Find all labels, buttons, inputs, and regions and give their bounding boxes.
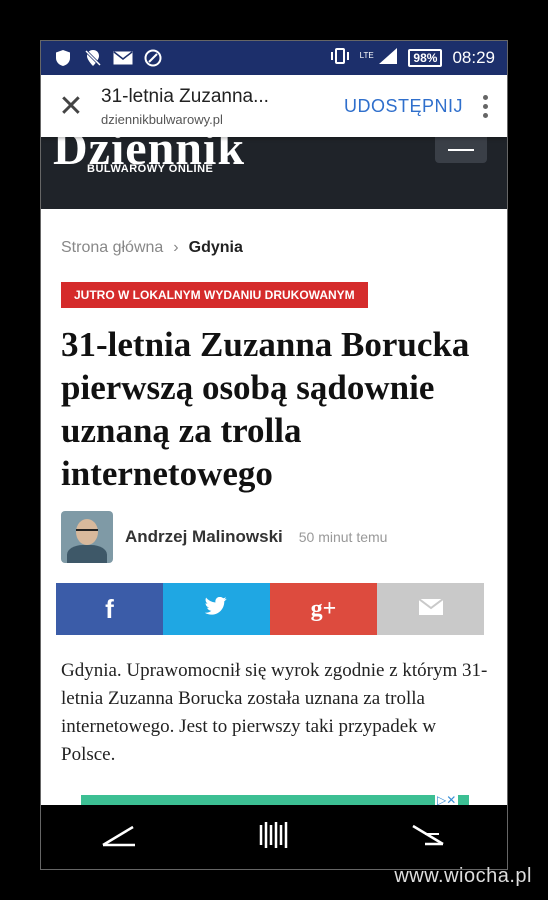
envelope-icon [417,597,444,620]
publish-time: 50 minut temu [298,529,388,545]
print-edition-badge: JUTRO W LOKALNYM WYDANIU DRUKOWANYM [61,282,368,308]
site-header: Dziennik BULWAROWY ONLINE [41,125,507,209]
phone-screen: LTE 98% 08:29 ✕ 31-letnia Zuzanna... dzi… [40,40,508,870]
custom-tab-toolbar: ✕ 31-letnia Zuzanna... dziennikbulwarowy… [41,75,507,137]
navigation-bar [41,805,507,869]
status-bar: LTE 98% 08:29 [41,41,507,75]
facebook-share-button[interactable]: f [56,583,163,635]
googleplus-icon: g+ [310,595,337,622]
share-bar: f g+ [56,583,484,635]
data-saver-icon [143,49,163,67]
breadcrumb: Strona główna › Gdynia [61,239,243,257]
page-title: 31-letnia Zuzanna... [101,85,269,107]
article-lead: Gdynia. Uprawomocnił się wyrok zgodnie z… [61,660,488,765]
twitter-icon [204,596,229,622]
mail-icon [113,49,133,67]
location-off-icon [83,49,103,67]
breadcrumb-current[interactable]: Gdynia [189,239,243,257]
back-icon[interactable] [101,823,137,852]
more-menu-icon[interactable] [463,94,507,118]
article-headline: 31-letnia Zuzanna Borucka pierwszą osobą… [61,325,470,493]
googleplus-share-button[interactable]: g+ [270,583,377,635]
facebook-icon: f [105,593,114,624]
twitter-share-button[interactable] [163,583,270,635]
page-url: dziennikbulwarowy.pl [101,111,223,127]
menu-icon[interactable] [435,137,487,163]
battery-level: 98% [408,49,443,67]
watermark: www.wiocha.pl [394,865,532,887]
author-name[interactable]: Andrzej Malinowski [125,527,283,547]
status-time: 08:29 [452,48,495,67]
home-icon[interactable] [258,820,290,855]
network-type: LTE [359,50,374,60]
shield-icon [53,49,73,67]
recent-apps-icon[interactable] [411,822,447,853]
share-button[interactable]: UDOSTĘPNIJ [344,96,463,117]
site-logo-subtitle: BULWAROWY ONLINE [87,163,214,175]
email-share-button[interactable] [377,583,484,635]
breadcrumb-home[interactable]: Strona główna [61,239,163,257]
vibrate-icon [330,47,350,69]
close-icon[interactable]: ✕ [41,89,101,124]
signal-icon: LTE [360,47,399,70]
author-avatar[interactable] [61,511,113,563]
author-row: Andrzej Malinowski 50 minut temu [61,511,387,563]
breadcrumb-separator: › [173,239,179,256]
